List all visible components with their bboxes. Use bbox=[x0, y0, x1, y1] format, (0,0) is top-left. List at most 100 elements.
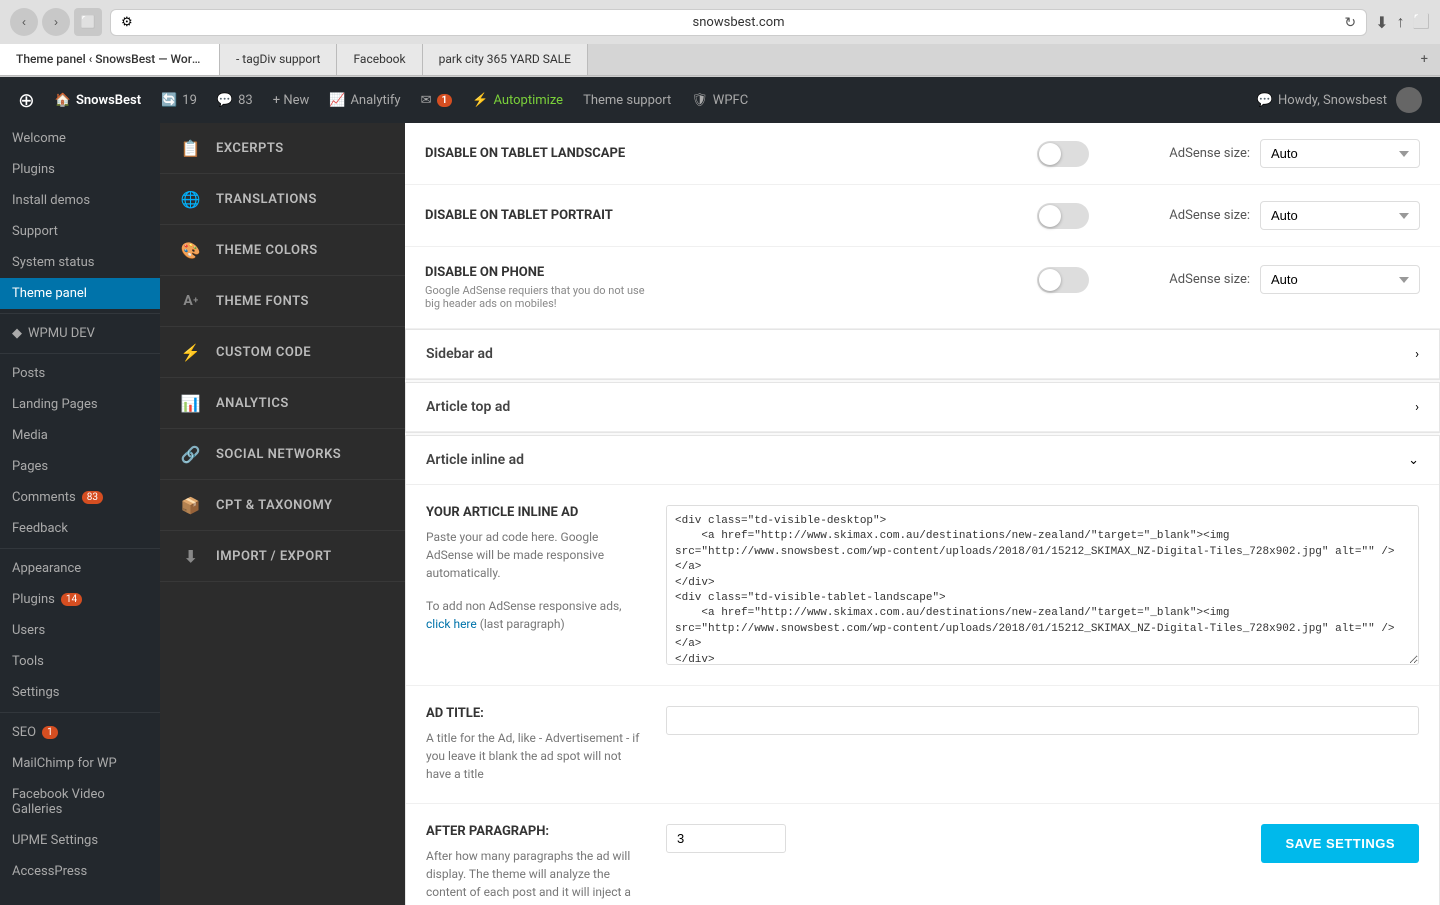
click-here-link[interactable]: click here bbox=[426, 617, 477, 631]
mailchimp-item[interactable]: ✉ 1 bbox=[413, 77, 461, 123]
theme-nav-colors[interactable]: 🎨 THEME COLORS bbox=[160, 225, 405, 276]
new-item[interactable]: + New bbox=[265, 77, 318, 123]
article-inline-header[interactable]: Article inline ad ⌄ bbox=[406, 436, 1439, 485]
howdy-label: Howdy, Snowsbest bbox=[1278, 93, 1387, 108]
wp-admin-layout: Welcome Plugins Install demos Support Sy… bbox=[0, 123, 1440, 905]
adsense-select-tablet-portrait[interactable]: Auto 300x250 320x50 728x90 bbox=[1260, 201, 1420, 230]
disable-phone-label: DISABLE ON PHONE Google AdSense requiers… bbox=[425, 265, 1037, 310]
sidebar-item-pages[interactable]: Pages bbox=[0, 451, 160, 482]
disable-tablet-landscape-toggle[interactable] bbox=[1037, 141, 1089, 167]
browser-tab-active[interactable]: Theme panel ‹ SnowsBest — WordPress ✕ bbox=[0, 44, 220, 75]
updates-item[interactable]: 🔄 19 bbox=[153, 77, 205, 123]
sidebar-item-theme-panel[interactable]: Theme panel bbox=[0, 278, 160, 309]
sidebar-item-plugins2[interactable]: Plugins 14 bbox=[0, 584, 160, 615]
sidebar-item-accesspress[interactable]: AccessPress bbox=[0, 856, 160, 887]
save-settings-button[interactable]: SAVE SETTINGS bbox=[1261, 824, 1419, 863]
translations-label: TRANSLATIONS bbox=[216, 192, 317, 207]
sidebar-item-system-status[interactable]: System status bbox=[0, 247, 160, 278]
fonts-icon: A+ bbox=[180, 290, 202, 312]
wp-logo-item[interactable]: ⊕ bbox=[10, 77, 43, 123]
theme-nav-import-export[interactable]: ⬇ IMPORT / EXPORT bbox=[160, 531, 405, 582]
sidebar-item-upme[interactable]: UPME Settings bbox=[0, 825, 160, 856]
sidebar-ad-header[interactable]: Sidebar ad › bbox=[406, 330, 1439, 379]
browser-tab-1[interactable]: - tagDiv support bbox=[220, 44, 337, 75]
sidebar-item-welcome[interactable]: Welcome bbox=[0, 123, 160, 154]
welcome-label: Welcome bbox=[12, 131, 66, 146]
analytify-item[interactable]: 📈 Analytify bbox=[321, 77, 408, 123]
sidebar-item-landing-pages[interactable]: Landing Pages bbox=[0, 389, 160, 420]
sidebar-item-tools[interactable]: Tools bbox=[0, 646, 160, 677]
refresh-button[interactable]: ↻ bbox=[1344, 14, 1356, 31]
sidebar-item-users[interactable]: Users bbox=[0, 615, 160, 646]
browser-tab-3[interactable]: park city 365 YARD SALE bbox=[423, 44, 588, 75]
your-ad-title: YOUR ARTICLE INLINE AD bbox=[426, 505, 646, 520]
sidebar-item-facebook-video[interactable]: Facebook Video Galleries bbox=[0, 779, 160, 825]
back-button[interactable]: ‹ bbox=[10, 8, 38, 36]
browser-tab-2[interactable]: Facebook bbox=[337, 44, 422, 75]
plugins2-label: Plugins bbox=[12, 592, 55, 607]
ad-code-textarea[interactable]: <div class="td-visible-desktop"> <a href… bbox=[666, 505, 1419, 665]
browser-address-bar[interactable]: ⚙ snowsbest.com ↻ bbox=[110, 9, 1367, 36]
wpmu-icon: ◆ bbox=[12, 326, 22, 341]
plugins-label: Plugins bbox=[12, 162, 55, 177]
fonts-label: THEME FONTS bbox=[216, 294, 309, 309]
new-label: + New bbox=[273, 93, 310, 108]
analytify-icon: 📈 bbox=[329, 93, 345, 108]
ad-title-desc: A title for the Ad, like - Advertisement… bbox=[426, 729, 646, 783]
sidebar-item-seo[interactable]: SEO 1 bbox=[0, 717, 160, 748]
article-top-ad-header[interactable]: Article top ad › bbox=[406, 383, 1439, 432]
autoptimize-item[interactable]: ⚡ Autoptimize bbox=[464, 77, 571, 123]
disable-tablet-landscape-row: DISABLE ON TABLET LANDSCAPE AdSense size… bbox=[405, 123, 1440, 185]
disable-tablet-portrait-toggle[interactable] bbox=[1037, 203, 1089, 229]
ad-title-input[interactable] bbox=[666, 706, 1419, 735]
theme-nav-custom-code[interactable]: ⚡ CUSTOM CODE bbox=[160, 327, 405, 378]
sidebar-item-install-demos[interactable]: Install demos bbox=[0, 185, 160, 216]
disable-phone-toggle[interactable] bbox=[1037, 267, 1089, 293]
sidebar-item-mailchimp[interactable]: MailChimp for WP bbox=[0, 748, 160, 779]
sidebar-item-posts[interactable]: Posts bbox=[0, 358, 160, 389]
adsense-select-phone[interactable]: Auto 300x250 320x50 728x90 bbox=[1260, 265, 1420, 294]
new-tab-button[interactable]: + bbox=[1409, 44, 1440, 75]
theme-nav-fonts[interactable]: A+ THEME FONTS bbox=[160, 276, 405, 327]
link-suffix: (last paragraph) bbox=[480, 617, 565, 631]
posts-label: Posts bbox=[12, 366, 45, 381]
ad-code-description: YOUR ARTICLE INLINE AD Paste your ad cod… bbox=[426, 505, 646, 665]
after-paragraph-input[interactable] bbox=[666, 824, 786, 853]
sidebar-item-settings[interactable]: Settings bbox=[0, 677, 160, 708]
updates-icon: 🔄 bbox=[161, 93, 177, 108]
address-text: snowsbest.com bbox=[141, 15, 1337, 30]
window-button[interactable]: ⬜ bbox=[74, 8, 102, 36]
pages-label: Pages bbox=[12, 459, 48, 474]
article-top-ad-panel: Article top ad › bbox=[405, 382, 1440, 433]
forward-button[interactable]: › bbox=[42, 8, 70, 36]
sidebar-item-appearance[interactable]: Appearance bbox=[0, 553, 160, 584]
sidebar-item-comments[interactable]: Comments 83 bbox=[0, 482, 160, 513]
sidebar-item-support[interactable]: Support bbox=[0, 216, 160, 247]
wpfc-item[interactable]: 🛡 WPFC bbox=[683, 77, 756, 123]
sidebar-divider-4 bbox=[0, 712, 160, 713]
site-name-item[interactable]: 🏠 SnowsBest bbox=[47, 77, 149, 123]
theme-support-item[interactable]: Theme support bbox=[575, 77, 679, 123]
sidebar-item-wpmu-dev[interactable]: ◆ WPMU DEV bbox=[0, 318, 160, 349]
theme-panel-sidebar: 📋 EXCERPTS 🌐 TRANSLATIONS 🎨 THEME COLORS… bbox=[160, 123, 405, 905]
theme-nav-excerpts[interactable]: 📋 EXCERPTS bbox=[160, 123, 405, 174]
sidebar-item-feedback[interactable]: Feedback bbox=[0, 513, 160, 544]
comments-item[interactable]: 💬 83 bbox=[209, 77, 261, 123]
howdy-item[interactable]: 💬 Howdy, Snowsbest bbox=[1249, 77, 1430, 123]
sidebar-item-media[interactable]: Media bbox=[0, 420, 160, 451]
translations-icon: 🌐 bbox=[180, 188, 202, 210]
adsense-select-tablet-landscape[interactable]: Auto 300x250 320x50 728x90 bbox=[1260, 139, 1420, 168]
browser-toolbar: ‹ › ⬜ ⚙ snowsbest.com ↻ ⬇ ↑ ⬜ bbox=[0, 0, 1440, 44]
excerpts-label: EXCERPTS bbox=[216, 141, 284, 156]
sidebar-item-plugins[interactable]: Plugins bbox=[0, 154, 160, 185]
appearance-label: Appearance bbox=[12, 561, 81, 576]
theme-nav-social[interactable]: 🔗 SOCIAL NETWORKS bbox=[160, 429, 405, 480]
disable-tablet-portrait-row: DISABLE ON TABLET PORTRAIT AdSense size:… bbox=[405, 185, 1440, 247]
theme-nav-analytics[interactable]: 📊 ANALYTICS bbox=[160, 378, 405, 429]
theme-nav-cpt[interactable]: 📦 CPT & TAXONOMY bbox=[160, 480, 405, 531]
wp-logo-icon: ⊕ bbox=[18, 88, 35, 112]
main-content-area: DISABLE ON TABLET LANDSCAPE AdSense size… bbox=[405, 123, 1440, 905]
theme-nav-translations[interactable]: 🌐 TRANSLATIONS bbox=[160, 174, 405, 225]
import-export-icon: ⬇ bbox=[180, 545, 202, 567]
facebook-video-label: Facebook Video Galleries bbox=[12, 787, 148, 817]
